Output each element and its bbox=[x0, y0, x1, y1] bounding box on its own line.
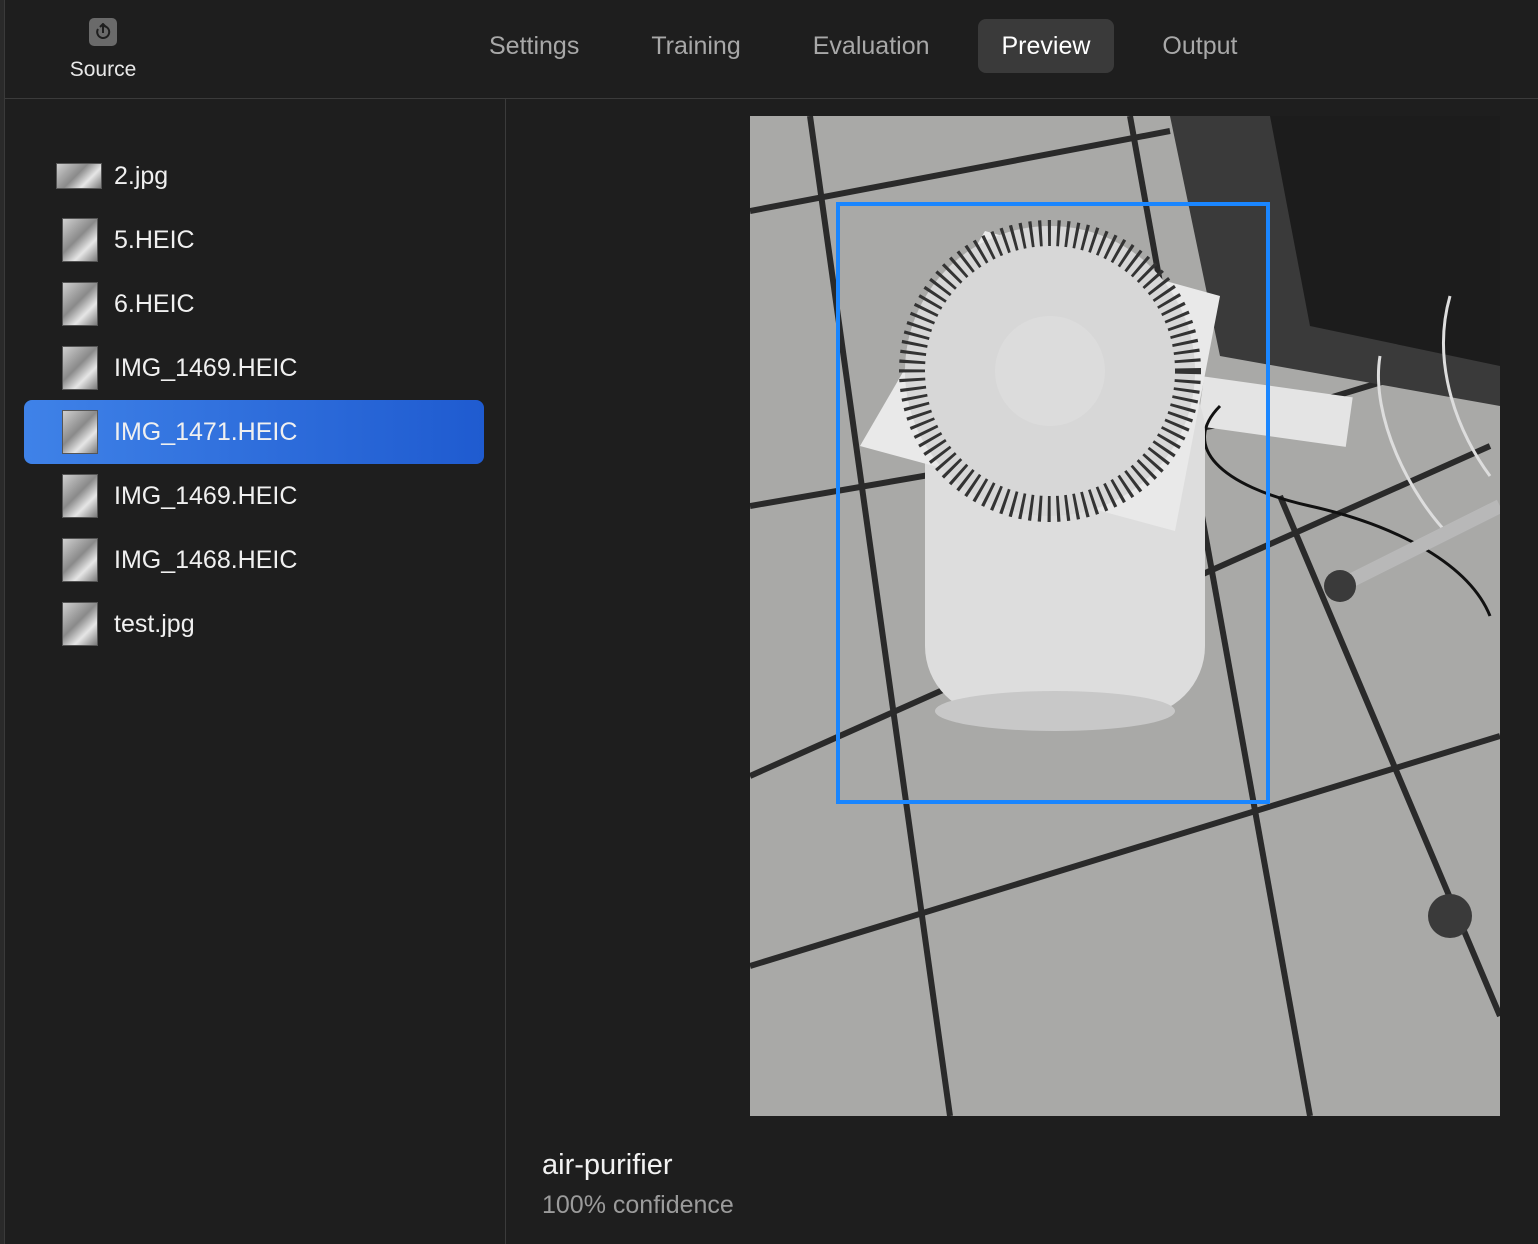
file-name: IMG_1469.HEIC bbox=[114, 481, 298, 510]
file-thumbnail bbox=[62, 218, 98, 262]
prediction-label: air-purifier bbox=[542, 1149, 673, 1181]
file-item[interactable]: 5.HEIC bbox=[24, 208, 484, 272]
file-name: 5.HEIC bbox=[114, 225, 195, 254]
file-thumbnail bbox=[62, 282, 98, 326]
file-item[interactable]: 2.jpg bbox=[24, 144, 484, 208]
file-item[interactable]: 6.HEIC bbox=[24, 272, 484, 336]
detection-bounding-box bbox=[836, 202, 1270, 804]
file-sidebar: 2.jpg 5.HEIC 6.HEIC IMG_1469.HEIC IMG_14… bbox=[5, 99, 506, 1244]
prediction-confidence: 100% confidence bbox=[542, 1191, 734, 1219]
toolbar: Source Settings Training Evaluation Prev… bbox=[5, 0, 1538, 99]
file-item-selected[interactable]: IMG_1471.HEIC bbox=[24, 400, 484, 464]
file-thumbnail bbox=[62, 474, 98, 518]
tab-preview[interactable]: Preview bbox=[977, 19, 1115, 73]
file-thumbnail bbox=[56, 163, 102, 189]
file-name: IMG_1471.HEIC bbox=[114, 417, 298, 446]
tab-training[interactable]: Training bbox=[627, 19, 764, 73]
tab-settings[interactable]: Settings bbox=[465, 19, 603, 73]
file-name: 6.HEIC bbox=[114, 289, 195, 318]
file-name: IMG_1469.HEIC bbox=[114, 353, 298, 382]
file-item[interactable]: IMG_1469.HEIC bbox=[24, 464, 484, 528]
preview-image bbox=[750, 116, 1500, 1116]
file-name: IMG_1468.HEIC bbox=[114, 545, 298, 574]
preview-pane: air-purifier 100% confidence bbox=[506, 99, 1538, 1244]
file-item[interactable]: IMG_1469.HEIC bbox=[24, 336, 484, 400]
tab-bar: Settings Training Evaluation Preview Out… bbox=[465, 19, 1285, 73]
file-thumbnail bbox=[62, 602, 98, 646]
file-item[interactable]: IMG_1468.HEIC bbox=[24, 528, 484, 592]
file-name: 2.jpg bbox=[114, 161, 169, 190]
source-icon bbox=[89, 18, 117, 46]
file-thumbnail bbox=[62, 346, 98, 390]
source-button[interactable]: Source bbox=[60, 18, 146, 92]
file-list: 2.jpg 5.HEIC 6.HEIC IMG_1469.HEIC IMG_14… bbox=[24, 144, 484, 656]
file-item[interactable]: test.jpg bbox=[24, 592, 484, 656]
file-thumbnail bbox=[62, 410, 98, 454]
tab-output[interactable]: Output bbox=[1138, 19, 1261, 73]
source-label: Source bbox=[69, 58, 137, 81]
tab-evaluation[interactable]: Evaluation bbox=[789, 19, 954, 73]
file-thumbnail bbox=[62, 538, 98, 582]
file-name: test.jpg bbox=[114, 609, 195, 638]
